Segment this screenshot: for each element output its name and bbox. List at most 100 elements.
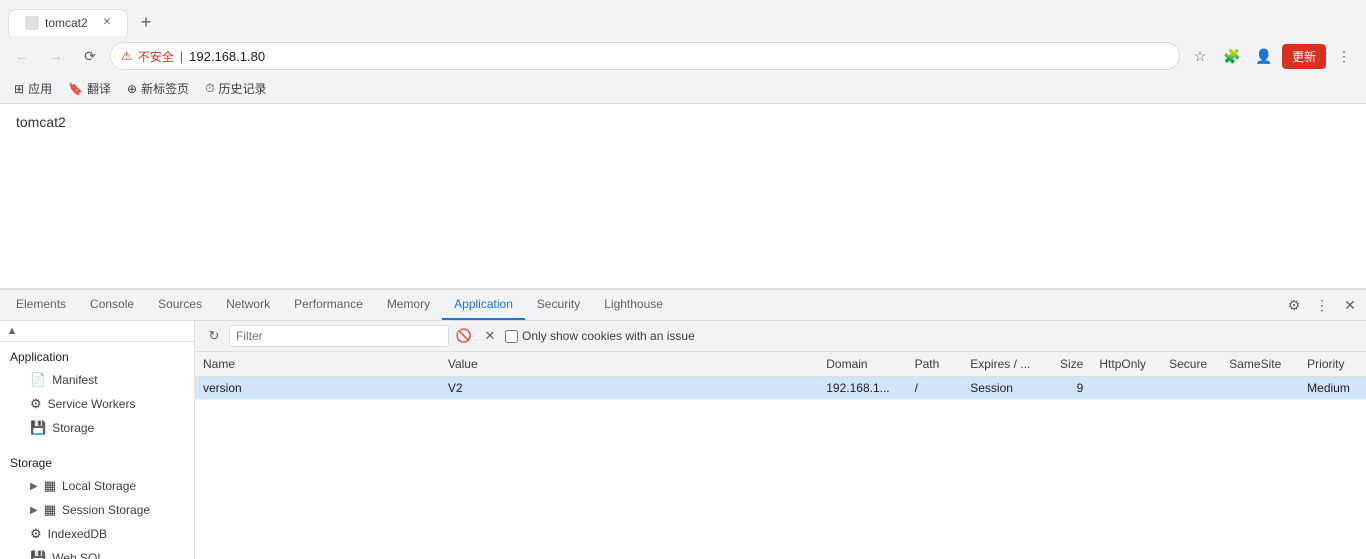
cookies-table: Name Value Domain Path Expires / ... Siz… bbox=[195, 352, 1366, 559]
back-button[interactable]: ← bbox=[8, 42, 36, 70]
sidebar-item-web-sql[interactable]: 💾 Web SQL bbox=[0, 546, 194, 559]
new-tab-btn[interactable]: + bbox=[132, 8, 160, 36]
extensions-btn[interactable]: 🧩 bbox=[1218, 42, 1246, 70]
filter-input[interactable] bbox=[229, 325, 449, 347]
address-bar: ← → ⟳ ⚠ 不安全 | 192.168.1.80 ☆ 🧩 👤 更新 ⋮ bbox=[0, 36, 1366, 76]
sidebar-service-workers-label: Service Workers bbox=[48, 397, 136, 411]
show-issues-label: Only show cookies with an issue bbox=[522, 329, 695, 343]
td-httponly bbox=[1091, 377, 1161, 400]
bookmark-history-label: 历史记录 bbox=[219, 80, 267, 97]
td-priority: Medium bbox=[1299, 377, 1366, 400]
devtools-tabs: Elements Console Sources Network Perform… bbox=[0, 290, 1366, 321]
bookmark-translate-label: 翻译 bbox=[87, 80, 111, 97]
tab-application[interactable]: Application bbox=[442, 290, 525, 320]
devtools-settings-btn[interactable]: ⚙ bbox=[1282, 293, 1306, 317]
devtools-panel: Elements Console Sources Network Perform… bbox=[0, 289, 1366, 559]
devtools-sidebar: ▲ Application 📄 Manifest ⚙ Service Worke… bbox=[0, 321, 195, 559]
tab-network[interactable]: Network bbox=[214, 290, 282, 320]
tab-console[interactable]: Console bbox=[78, 290, 146, 320]
storage-icon: 💾 bbox=[30, 420, 46, 436]
page-content: tomcat2 bbox=[0, 104, 1366, 289]
url-text: 192.168.1.80 bbox=[189, 49, 265, 64]
devtools-more-btn[interactable]: ⋮ bbox=[1310, 293, 1334, 317]
sidebar-section-application: Application bbox=[0, 342, 194, 368]
tab-favicon bbox=[25, 16, 39, 30]
cookies-data-table: Name Value Domain Path Expires / ... Siz… bbox=[195, 352, 1366, 400]
newtab-icon: ⊕ bbox=[127, 82, 137, 96]
tab-title: tomcat2 bbox=[45, 16, 88, 30]
sidebar-item-indexeddb[interactable]: ⚙ IndexedDB bbox=[0, 522, 194, 546]
th-priority: Priority bbox=[1299, 352, 1366, 377]
sidebar-item-storage[interactable]: 💾 Storage bbox=[0, 416, 194, 440]
sidebar-item-session-storage[interactable]: ▶ ▦ Session Storage bbox=[0, 498, 194, 522]
table-row[interactable]: version V2 192.168.1... / Session 9 Medi… bbox=[195, 377, 1366, 400]
tab-security[interactable]: Security bbox=[525, 290, 592, 320]
tab-close-btn[interactable]: ✕ bbox=[103, 17, 111, 28]
update-button[interactable]: 更新 bbox=[1282, 44, 1326, 69]
th-size: Size bbox=[1047, 352, 1092, 377]
indexeddb-icon: ⚙ bbox=[30, 526, 42, 542]
delete-cookies-btn[interactable]: 🚫 bbox=[453, 325, 475, 347]
sidebar-section-storage: Storage bbox=[0, 448, 194, 474]
tab-bar: tomcat2 ✕ + bbox=[0, 0, 1366, 36]
th-secure: Secure bbox=[1161, 352, 1221, 377]
sidebar-item-service-workers[interactable]: ⚙ Service Workers bbox=[0, 392, 194, 416]
td-secure bbox=[1161, 377, 1221, 400]
tab-memory[interactable]: Memory bbox=[375, 290, 442, 320]
show-issues-checkbox[interactable] bbox=[505, 330, 518, 343]
devtools-body: ▲ Application 📄 Manifest ⚙ Service Worke… bbox=[0, 321, 1366, 559]
sidebar-item-manifest[interactable]: 📄 Manifest bbox=[0, 368, 194, 392]
insecure-label: 不安全 bbox=[138, 48, 174, 65]
tab-sources[interactable]: Sources bbox=[146, 290, 214, 320]
td-expires: Session bbox=[962, 377, 1047, 400]
td-domain: 192.168.1... bbox=[818, 377, 906, 400]
th-domain: Domain bbox=[818, 352, 906, 377]
bookmark-newtab[interactable]: ⊕ 新标签页 bbox=[121, 78, 195, 99]
sidebar-local-storage-label: Local Storage bbox=[62, 479, 136, 493]
history-icon: ⏱ bbox=[205, 81, 214, 96]
bookmark-apps-label: 应用 bbox=[28, 80, 52, 97]
th-expires: Expires / ... bbox=[962, 352, 1047, 377]
refresh-button[interactable]: ⟳ bbox=[76, 42, 104, 70]
bookmark-apps[interactable]: ⊞ 应用 bbox=[8, 78, 58, 99]
bookmark-translate[interactable]: 🔖 翻译 bbox=[62, 78, 117, 99]
clear-cookies-btn[interactable]: ✕ bbox=[479, 325, 501, 347]
td-value: V2 bbox=[440, 377, 818, 400]
sidebar-session-storage-label: Session Storage bbox=[62, 503, 150, 517]
sidebar-scroll-up[interactable]: ▲ bbox=[4, 323, 20, 339]
table-header-row: Name Value Domain Path Expires / ... Siz… bbox=[195, 352, 1366, 377]
th-httponly: HttpOnly bbox=[1091, 352, 1161, 377]
menu-btn[interactable]: ⋮ bbox=[1330, 42, 1358, 70]
cookies-toolbar: ↻ 🚫 ✕ Only show cookies with an issue bbox=[195, 321, 1366, 352]
sidebar-item-local-storage[interactable]: ▶ ▦ Local Storage bbox=[0, 474, 194, 498]
show-issues-checkbox-label[interactable]: Only show cookies with an issue bbox=[505, 329, 695, 343]
local-storage-arrow: ▶ bbox=[30, 481, 38, 492]
url-separator: | bbox=[180, 49, 183, 64]
service-workers-icon: ⚙ bbox=[30, 396, 42, 412]
session-storage-arrow: ▶ bbox=[30, 505, 38, 516]
local-storage-icon: ▦ bbox=[44, 478, 56, 494]
translate-icon: 🔖 bbox=[68, 82, 83, 96]
bookmark-history[interactable]: ⏱ 历史记录 bbox=[199, 78, 272, 99]
th-path: Path bbox=[907, 352, 963, 377]
td-samesite bbox=[1221, 377, 1299, 400]
address-actions: ☆ 🧩 👤 更新 ⋮ bbox=[1186, 42, 1358, 70]
td-name: version bbox=[195, 377, 440, 400]
url-bar[interactable]: ⚠ 不安全 | 192.168.1.80 bbox=[110, 42, 1180, 70]
tab-elements[interactable]: Elements bbox=[4, 290, 78, 320]
td-size: 9 bbox=[1047, 377, 1092, 400]
tab-performance[interactable]: Performance bbox=[282, 290, 375, 320]
profile-btn[interactable]: 👤 bbox=[1250, 42, 1278, 70]
browser-tab[interactable]: tomcat2 ✕ bbox=[8, 9, 128, 36]
sidebar-storage-label: Storage bbox=[52, 421, 94, 435]
th-samesite: SameSite bbox=[1221, 352, 1299, 377]
main-panel: ↻ 🚫 ✕ Only show cookies with an issue Na… bbox=[195, 321, 1366, 559]
devtools-actions: ⚙ ⋮ ✕ bbox=[1282, 293, 1362, 317]
cookies-refresh-btn[interactable]: ↻ bbox=[203, 325, 225, 347]
tab-lighthouse[interactable]: Lighthouse bbox=[592, 290, 675, 320]
devtools-close-btn[interactable]: ✕ bbox=[1338, 293, 1362, 317]
manifest-icon: 📄 bbox=[30, 372, 46, 388]
apps-icon: ⊞ bbox=[14, 82, 24, 96]
forward-button[interactable]: → bbox=[42, 42, 70, 70]
bookmark-btn[interactable]: ☆ bbox=[1186, 42, 1214, 70]
